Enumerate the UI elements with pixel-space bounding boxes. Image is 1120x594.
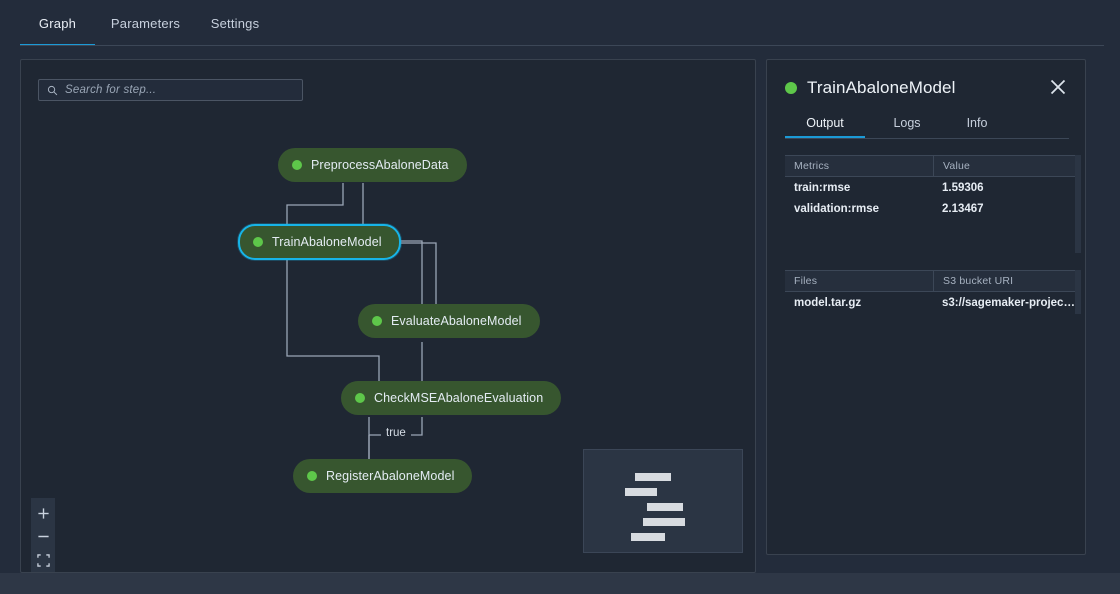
tab-settings-label: Settings — [210, 15, 260, 31]
panel-tab-info-label: Info — [966, 116, 988, 130]
minimap-node — [631, 533, 665, 541]
close-icon — [1050, 79, 1066, 95]
minimap-inner — [589, 455, 737, 547]
top-tabbar: Graph Parameters Settings — [0, 0, 1120, 46]
step-detail-panel: TrainAbaloneModel Output Logs Info Metri… — [766, 59, 1086, 555]
file-s3-uri: s3://sagemaker-project-p-k... — [942, 296, 1075, 309]
metric-name: train:rmse — [794, 181, 851, 194]
minimap-node — [625, 488, 657, 496]
table-row[interactable]: validation:rmse 2.13467 — [785, 198, 1075, 219]
tab-parameters[interactable]: Parameters — [103, 0, 188, 46]
files-header-uri: S3 bucket URI — [933, 270, 1075, 292]
plus-icon — [37, 508, 49, 519]
graph-node-train[interactable]: TrainAbaloneModel — [238, 224, 401, 260]
node-status-dot — [253, 237, 263, 247]
panel-tab-logs[interactable]: Logs — [883, 108, 931, 138]
minimap-node — [643, 518, 685, 526]
fit-to-screen-button[interactable] — [32, 549, 54, 571]
metrics-table: Metrics Value train:rmse 1.59306 validat… — [785, 155, 1075, 272]
bottom-strip — [0, 573, 1120, 594]
node-status-dot — [355, 393, 365, 403]
close-panel-button[interactable] — [1045, 74, 1071, 100]
edge-label-true: true — [381, 427, 411, 439]
metrics-table-spacer — [785, 219, 1075, 272]
minimap-node — [635, 473, 671, 481]
graph-node-label: PreprocessAbaloneData — [311, 158, 449, 172]
files-scrollbar[interactable] — [1075, 270, 1081, 314]
fit-screen-icon — [36, 554, 50, 567]
graph-node-label: TrainAbaloneModel — [272, 235, 382, 249]
metric-name: validation:rmse — [794, 202, 879, 215]
graph-node-label: CheckMSEAbaloneEvaluation — [374, 391, 544, 405]
panel-title: TrainAbaloneModel — [807, 78, 956, 97]
tab-graph[interactable]: Graph — [20, 0, 95, 46]
file-name: model.tar.gz — [794, 296, 862, 309]
panel-tab-info[interactable]: Info — [953, 108, 1001, 138]
metrics-table-header: Metrics Value — [785, 155, 1075, 177]
graph-node-check[interactable]: CheckMSEAbaloneEvaluation — [341, 381, 562, 415]
files-header-files: Files — [794, 275, 818, 287]
panel-tab-logs-label: Logs — [893, 116, 921, 130]
files-table: Files S3 bucket URI model.tar.gz s3://sa… — [785, 270, 1075, 313]
panel-header: TrainAbaloneModel — [785, 78, 956, 98]
metrics-scrollbar[interactable] — [1075, 155, 1081, 253]
graph-node-label: RegisterAbaloneModel — [326, 469, 455, 483]
panel-tab-output[interactable]: Output — [785, 108, 865, 138]
table-row[interactable]: train:rmse 1.59306 — [785, 177, 1075, 198]
panel-status-dot — [785, 82, 797, 94]
graph-node-label: EvaluateAbaloneModel — [391, 314, 522, 328]
app-root: Graph Parameters Settings Search for ste… — [0, 0, 1120, 594]
panel-tabs: Output Logs Info — [785, 108, 1069, 140]
graph-minimap[interactable] — [583, 449, 743, 553]
files-table-header: Files S3 bucket URI — [785, 270, 1075, 292]
metric-value: 1.59306 — [942, 181, 984, 194]
graph-node-evaluate[interactable]: EvaluateAbaloneModel — [358, 304, 540, 338]
zoom-out-button[interactable] — [32, 526, 54, 548]
table-row[interactable]: model.tar.gz s3://sagemaker-project-p-k.… — [785, 292, 1075, 313]
graph-node-register[interactable]: RegisterAbaloneModel — [293, 459, 473, 493]
tab-parameters-label: Parameters — [110, 15, 181, 31]
minimap-node — [647, 503, 683, 511]
node-status-dot — [307, 471, 317, 481]
tabbar-divider — [20, 45, 1104, 46]
panel-tab-output-label: Output — [806, 116, 844, 130]
graph-node-preprocess[interactable]: PreprocessAbaloneData — [278, 148, 467, 182]
minus-icon — [37, 536, 49, 538]
tab-graph-label: Graph — [38, 15, 77, 31]
node-status-dot — [292, 160, 302, 170]
tab-settings[interactable]: Settings — [196, 0, 274, 46]
zoom-controls — [31, 498, 55, 572]
graph-canvas[interactable]: Search for step... PreprocessAbaloneData… — [20, 59, 756, 573]
zoom-in-button[interactable] — [32, 503, 54, 525]
metric-value: 2.13467 — [942, 202, 984, 215]
panel-tabs-divider — [785, 138, 1069, 139]
metrics-header-metrics: Metrics — [794, 160, 830, 172]
metrics-header-value: Value — [933, 155, 1075, 177]
node-status-dot — [372, 316, 382, 326]
